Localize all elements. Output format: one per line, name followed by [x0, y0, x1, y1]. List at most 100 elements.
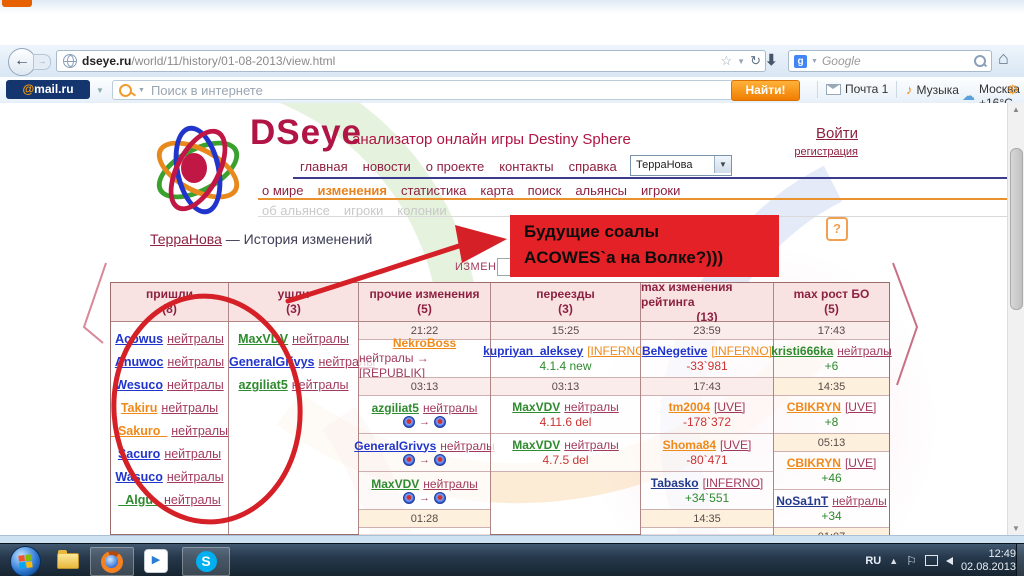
player-link[interactable]: tm2004 [669, 400, 710, 414]
alliance-link[interactable]: нейтралы [292, 378, 349, 392]
player-link[interactable]: GeneralGrivys [229, 355, 314, 369]
nav-main-item[interactable]: главная [300, 159, 348, 174]
player-link[interactable]: BeNegetive [642, 344, 707, 358]
url-bar[interactable]: dseye.ru /world/11/history/01-08-2013/vi… [56, 50, 766, 72]
player-link[interactable]: CBIKRYN [787, 400, 841, 414]
nav-world-item[interactable]: статистика [401, 183, 466, 198]
taskbar-item-explorer[interactable] [52, 547, 84, 574]
alliance-link[interactable]: нейтралы [423, 477, 477, 491]
forward-button[interactable]: → [33, 54, 51, 70]
url-dropdown-icon[interactable]: ▼ [737, 57, 745, 66]
player-link[interactable]: MaxVDV [512, 400, 560, 414]
reload-icon[interactable]: ↻ [750, 53, 761, 69]
pagination-left-arrow[interactable] [84, 263, 106, 343]
tray-clock[interactable]: 12:49 02.08.2013 [961, 548, 1016, 574]
alliance-link[interactable]: [UVE] [845, 400, 876, 414]
start-button[interactable] [10, 546, 41, 576]
alliance-link[interactable]: нейтралы [564, 438, 618, 452]
nav-world-item[interactable]: поиск [528, 183, 562, 198]
player-link[interactable]: _Algu_ [118, 493, 160, 507]
search-magnifier-icon[interactable] [974, 55, 986, 67]
nav-world-item-active[interactable]: изменения [318, 183, 388, 198]
alliance-link[interactable]: нейтралы [164, 493, 221, 507]
mailru-search-button[interactable]: Найти! [731, 80, 800, 101]
player-link[interactable]: _Sakuro_ [111, 424, 167, 438]
alliance-link[interactable]: [INFERNO] [587, 344, 648, 358]
search-engine-dropdown-icon[interactable]: ▼ [811, 58, 818, 65]
player-link[interactable]: NoSa1nT [776, 494, 828, 508]
alliance-link[interactable]: [INFERNO] [711, 344, 772, 358]
player-link[interactable]: MaxVDV [512, 438, 560, 452]
player-link[interactable]: CBIKRYN [787, 456, 841, 470]
alliance-link[interactable]: [UVE] [720, 438, 751, 452]
home-icon[interactable]: ⌂ [998, 48, 1009, 69]
player-link[interactable]: Sacuro [118, 447, 160, 461]
player-link[interactable]: MaxVDV [238, 332, 288, 346]
mailru-logo-dropdown-icon[interactable]: ▼ [96, 86, 104, 95]
tray-network-icon[interactable] [925, 555, 938, 566]
alliance-link[interactable]: [UVE] [714, 400, 745, 414]
player-link[interactable]: Wesuco [115, 378, 163, 392]
mail-link[interactable]: Почта 1 [826, 82, 888, 96]
nav-main-item[interactable]: новости [363, 159, 411, 174]
player-link[interactable]: Takiru [121, 401, 158, 415]
nav-world-item[interactable]: о мире [262, 183, 304, 198]
nav-main-item[interactable]: о проекте [426, 159, 484, 174]
tray-volume-icon[interactable] [946, 557, 953, 565]
player-link[interactable]: azgiliat5 [238, 378, 287, 392]
tray-language[interactable]: RU [865, 555, 881, 567]
player-link[interactable]: azgiliat5 [372, 401, 419, 415]
alliance-link[interactable]: нейтралы [832, 494, 886, 508]
download-icon[interactable]: ⬇ [765, 51, 778, 69]
alliance-link[interactable]: нейтралы [440, 439, 494, 453]
show-desktop-button[interactable] [1016, 544, 1024, 576]
mailru-logo[interactable]: @mail.ru [6, 80, 90, 99]
alliance-link[interactable]: нейтралы [167, 355, 224, 369]
tray-expand-icon[interactable]: ▲ [889, 556, 898, 566]
nav-main-item[interactable]: контакты [499, 159, 553, 174]
brand-title[interactable]: DSeye [250, 113, 362, 153]
taskbar-item-firefox[interactable] [90, 547, 134, 576]
scrollbar-up-icon[interactable]: ▲ [1008, 105, 1024, 114]
player-link[interactable]: Anuwoc [115, 355, 164, 369]
nav-world-item[interactable]: игроки [641, 183, 680, 198]
login-link[interactable]: Войти [816, 125, 858, 142]
alliance-link[interactable]: нейтралы [167, 470, 224, 484]
player-link[interactable]: Tabasko [651, 476, 699, 490]
mailru-search-dropdown-icon[interactable]: ▼ [138, 87, 145, 94]
alliance-link[interactable]: нейтралы [164, 447, 221, 461]
nav-world-item[interactable]: альянсы [575, 183, 627, 198]
site-logo[interactable] [147, 111, 243, 223]
alliance-link[interactable]: нейтралы [167, 332, 224, 346]
register-link[interactable]: регистрация [794, 146, 858, 158]
scrollbar-thumb[interactable] [1010, 148, 1023, 310]
taskbar-item-wmp[interactable]: ▶ [140, 547, 172, 574]
scrollbar-down-icon[interactable]: ▼ [1008, 524, 1024, 533]
firefox-menu-button[interactable] [2, 0, 32, 7]
player-link[interactable]: kristi666ka [771, 344, 833, 358]
alliance-link[interactable]: нейтралы [161, 401, 218, 415]
player-link[interactable]: NekroBoss [393, 336, 456, 350]
alliance-link[interactable]: [UVE] [845, 456, 876, 470]
alliance-link[interactable]: нейтралы [292, 332, 349, 346]
player-link[interactable]: Wasuco [115, 470, 162, 484]
alliance-link[interactable]: [INFERNO] [703, 476, 764, 490]
alliance-link[interactable]: нейтралы [171, 424, 228, 438]
alliance-link[interactable]: нейтралы [837, 344, 891, 358]
search-box[interactable]: g ▼ Google [788, 50, 992, 72]
player-link[interactable]: Shoma84 [663, 438, 716, 452]
toolbar-gear-icon[interactable]: ⚙ [1007, 82, 1019, 98]
taskbar-item-skype[interactable]: S [182, 547, 230, 576]
back-button[interactable]: ← [8, 48, 36, 76]
world-select-arrow-icon[interactable]: ▼ [714, 156, 731, 173]
bookmark-star-icon[interactable]: ☆ [721, 53, 733, 69]
music-link[interactable]: ♪ Музыка [906, 82, 959, 97]
alliance-link[interactable]: нейтралы [423, 401, 477, 415]
player-link[interactable]: Acowus [115, 332, 163, 346]
alliance-link[interactable]: нейтралы [564, 400, 618, 414]
scrollbar[interactable]: ▲ ▼ [1007, 103, 1024, 535]
alliance-link[interactable]: нейтралы [167, 378, 224, 392]
nav-world-item[interactable]: карта [480, 183, 513, 198]
mailru-search-input[interactable]: ▼ Поиск в интернете [112, 80, 736, 100]
world-select[interactable]: ТерраНова ▼ [630, 155, 732, 176]
